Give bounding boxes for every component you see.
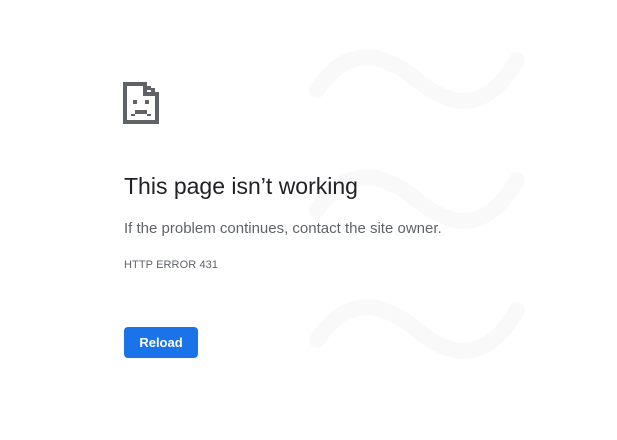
reload-button[interactable]: Reload — [124, 327, 198, 358]
page-title: This page isn’t working — [124, 173, 358, 199]
error-page: This page isn’t working If the problem c… — [0, 0, 617, 440]
error-code: HTTP ERROR 431 — [124, 259, 219, 271]
sad-page-icon — [123, 82, 159, 124]
error-message: If the problem continues, contact the si… — [124, 220, 442, 237]
